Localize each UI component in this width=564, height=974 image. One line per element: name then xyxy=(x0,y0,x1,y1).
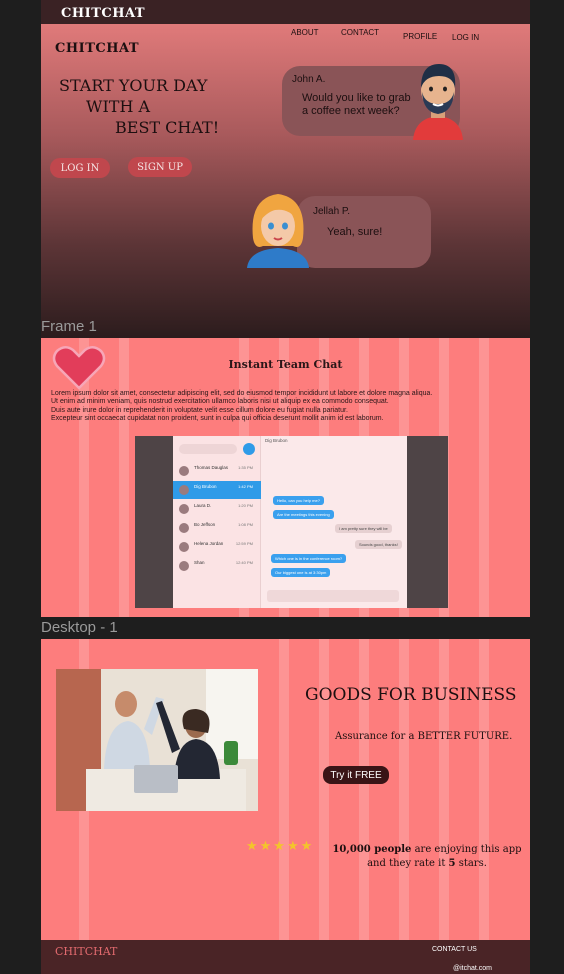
signup-button[interactable]: SIGN UP xyxy=(128,157,192,177)
login-button[interactable]: LOG IN xyxy=(50,158,110,178)
team-high-five-photo xyxy=(56,669,258,811)
chat-name-jellah: Jellah P. xyxy=(313,206,351,217)
footer-email[interactable]: @itchat.com xyxy=(453,965,492,972)
rating-text: 10,000 people are enjoying this app and … xyxy=(327,843,527,871)
contact-name: Shan xyxy=(194,560,205,565)
message-bubble: I am pretty sure they will be xyxy=(335,524,392,533)
rating-end: stars. xyxy=(455,858,487,869)
contact-item[interactable]: Thomas Dauglas 1:35 PM xyxy=(173,462,261,480)
avatar xyxy=(179,466,189,476)
chat-app-screenshot: Thomas Dauglas 1:35 PM Dig Brubon 1:42 PM … xyxy=(135,436,448,608)
lorem-line: Excepteur sint occaecat cupidatat non pr… xyxy=(51,415,384,423)
brand-logo: CHITCHAT xyxy=(55,41,140,56)
contact-item[interactable]: Laura D. 1:20 PM xyxy=(173,500,261,518)
avatar xyxy=(179,485,189,495)
nav-login[interactable]: LOG IN xyxy=(452,33,479,42)
lorem-line: Ut enim ad minim veniam, quis nostrud ex… xyxy=(51,398,389,406)
frame-1-hero: CHITCHAT ABOUT CONTACT PROFILE LOG IN ST… xyxy=(41,24,530,338)
new-chat-button[interactable] xyxy=(243,443,255,455)
nav-profile[interactable]: PROFILE xyxy=(403,32,437,41)
footer-contact-link[interactable]: CONTACT US xyxy=(432,946,477,953)
chat-name-john: John A. xyxy=(292,74,326,85)
chat-message-john: Would you like to grab a coffee next wee… xyxy=(302,92,411,117)
hero-line-2: WITH A xyxy=(86,97,151,116)
man-avatar-icon xyxy=(413,64,463,140)
desktop-1-label: Desktop - 1 xyxy=(41,619,118,636)
rating-number: 5 xyxy=(448,858,456,869)
message-input[interactable] xyxy=(267,590,399,602)
contact-item[interactable]: Bo Jeffson 1:08 PM xyxy=(173,519,261,537)
nav-about[interactable]: ABOUT xyxy=(291,28,319,37)
contact-name: Helena Jordan xyxy=(194,541,224,546)
lorem-line: Duis aute irure dolor in reprehenderit i… xyxy=(51,406,348,414)
lorem-paragraph: Lorem ipsum dolor sit amet, consectetur … xyxy=(51,390,521,424)
footer-logo: CHITCHAT xyxy=(55,945,118,958)
top-logo: CHITCHAT xyxy=(61,6,146,21)
message-bubble: Which one is in the conference room? xyxy=(271,554,347,563)
contact-name: Thomas Dauglas xyxy=(194,465,229,470)
chat-bubble-jellah: Jellah P. Yeah, sure! xyxy=(297,196,431,268)
business-headline: GOODS FOR BUSINESS xyxy=(305,685,517,705)
avatar xyxy=(179,523,189,533)
message-bubble: Are the meetings this evening xyxy=(273,510,334,519)
footer: CHITCHAT CONTACT US @itchat.com xyxy=(41,940,530,974)
stripe xyxy=(119,338,129,617)
frame-1-label: Frame 1 xyxy=(41,318,97,335)
chat-message-jellah: Yeah, sure! xyxy=(327,226,383,238)
chat-app-window: Thomas Dauglas 1:35 PM Dig Brubon 1:42 PM … xyxy=(173,436,407,608)
business-tagline: Assurance for a BETTER FUTURE. xyxy=(335,731,513,742)
nav-contact[interactable]: CONTACT xyxy=(341,28,379,37)
rating-count: 10,000 people xyxy=(332,844,412,855)
stripe xyxy=(279,639,289,974)
contact-name: Dig Brubon xyxy=(194,484,217,489)
message-bubble: Sounds good, thanks! xyxy=(355,540,402,549)
contact-time: 1:42 PM xyxy=(238,484,253,489)
message-bubble: Our biggest one is at 3:30pm xyxy=(271,568,331,577)
hero-line-3: BEST CHAT! xyxy=(115,118,220,137)
contact-time: 12:59 PM xyxy=(235,541,253,546)
contact-time: 1:08 PM xyxy=(238,522,253,527)
contact-time: 1:35 PM xyxy=(238,465,253,470)
avatar xyxy=(179,504,189,514)
contact-time: 1:20 PM xyxy=(238,503,253,508)
contact-item[interactable]: Helena Jordan 12:59 PM xyxy=(173,538,261,556)
contact-time: 12:40 PM xyxy=(235,560,253,565)
search-input[interactable] xyxy=(179,444,237,454)
avatar xyxy=(179,561,189,571)
message-bubble: Hello, can you help me? xyxy=(273,496,324,505)
contact-item-active[interactable]: Dig Brubon 1:42 PM xyxy=(173,481,261,499)
conversation-header: Dig Brubon xyxy=(265,438,288,443)
top-strip: CHITCHAT xyxy=(41,0,530,24)
woman-avatar-icon xyxy=(247,194,309,268)
business-frame: GOODS FOR BUSINESS Assurance for a BETTE… xyxy=(41,639,530,974)
five-stars-icon: ★★★★★ xyxy=(246,839,315,854)
stripe xyxy=(479,338,489,617)
section-title: Instant Team Chat xyxy=(228,358,343,371)
contact-name: Bo Jeffson xyxy=(194,522,216,527)
desktop-1-frame: Instant Team Chat Lorem ipsum dolor sit … xyxy=(41,338,530,617)
contact-item[interactable]: Shan 12:40 PM xyxy=(173,557,261,575)
hero-line-1: START YOUR DAY xyxy=(59,76,208,95)
avatar xyxy=(179,542,189,552)
contact-name: Laura D. xyxy=(194,503,212,508)
try-free-button[interactable]: Try it FREE xyxy=(323,766,389,784)
lorem-line: Lorem ipsum dolor sit amet, consectetur … xyxy=(51,390,433,397)
contact-list: Thomas Dauglas 1:35 PM Dig Brubon 1:42 PM … xyxy=(173,436,261,608)
